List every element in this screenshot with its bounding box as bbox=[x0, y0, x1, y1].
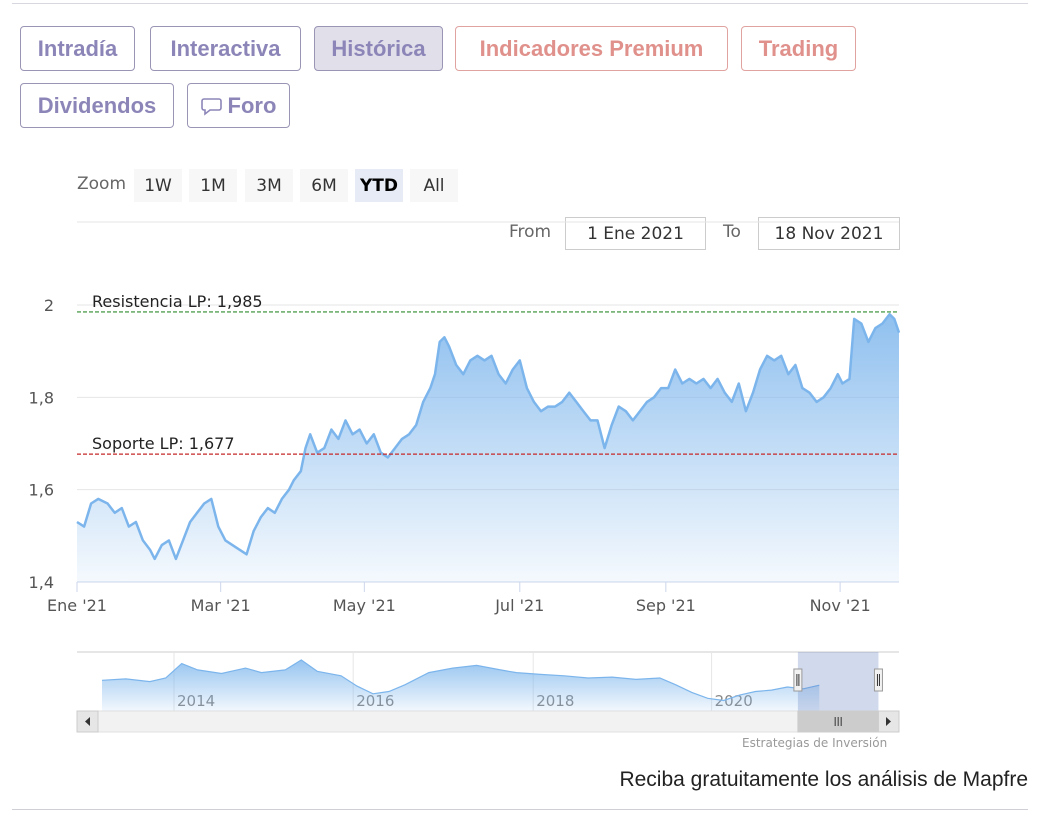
support-label: Soporte LP: 1,677 bbox=[92, 434, 235, 453]
x-tick-label: Jul '21 bbox=[494, 596, 544, 615]
bottom-divider bbox=[12, 809, 1028, 810]
x-tick-label: Sep '21 bbox=[636, 596, 696, 615]
x-tick-label: Mar '21 bbox=[191, 596, 251, 615]
y-tick-label: 1,6 bbox=[29, 481, 54, 500]
y-tick-label: 1,8 bbox=[29, 388, 54, 407]
navigator-selected-range[interactable] bbox=[797, 652, 879, 711]
x-tick-label: Ene '21 bbox=[47, 596, 107, 615]
x-tick-label: May '21 bbox=[333, 596, 396, 615]
resistance-label: Resistencia LP: 1,985 bbox=[92, 292, 263, 311]
price-chart: Resistencia LP: 1,985 Soporte LP: 1,677 1… bbox=[29, 221, 901, 733]
navigator-handle-right[interactable] bbox=[873, 668, 883, 692]
chart-credits[interactable]: Estrategias de Inversión bbox=[742, 736, 887, 750]
y-tick-label: 1,4 bbox=[29, 573, 54, 592]
newsletter-cta[interactable]: Reciba gratuitamente los análisis de Map… bbox=[619, 768, 1028, 792]
navigator-handle-left[interactable] bbox=[793, 668, 803, 692]
x-tick-label: Nov '21 bbox=[810, 596, 871, 615]
y-tick-label: 2 bbox=[44, 296, 54, 315]
scrollbar-track[interactable] bbox=[76, 710, 900, 733]
